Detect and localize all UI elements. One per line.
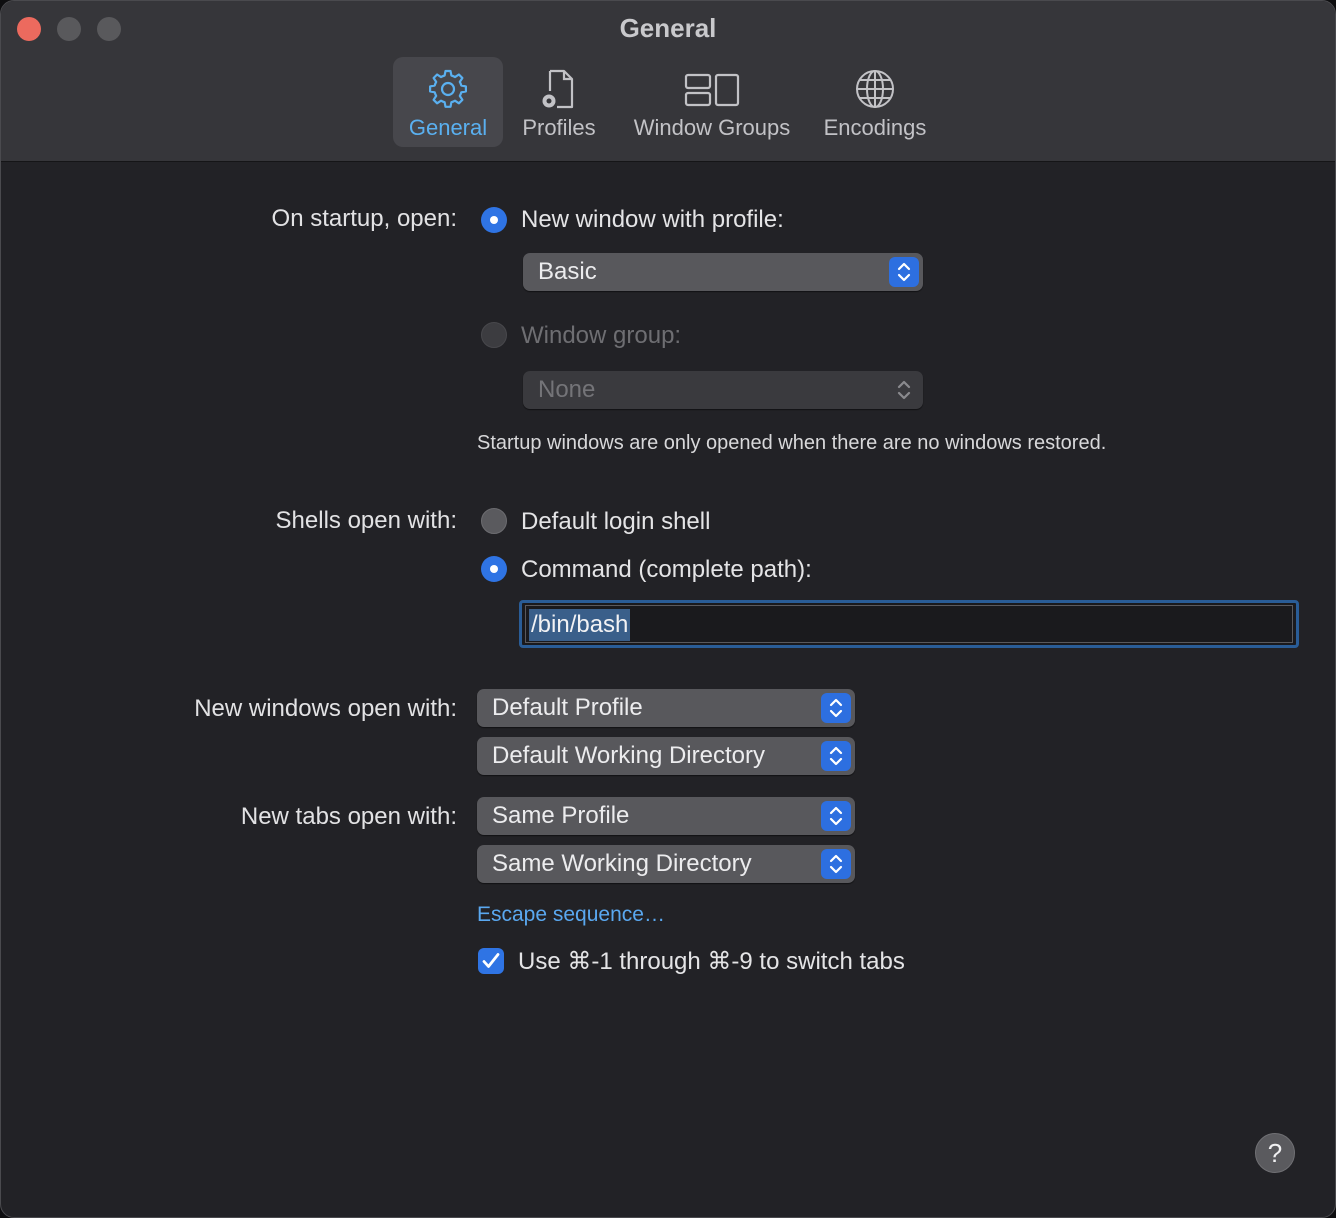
tab-label: Encodings: [823, 115, 927, 140]
popup-stepper: [889, 257, 919, 287]
escape-sequence-link[interactable]: Escape sequence…: [477, 903, 665, 927]
shells-label: Shells open with:: [275, 507, 457, 534]
popup-stepper: [821, 849, 851, 879]
chevron-up-down-icon: [897, 380, 911, 400]
chevron-up-down-icon: [829, 806, 843, 826]
startup-note: Startup windows are only opened when the…: [477, 432, 1107, 454]
command-path-value[interactable]: /bin/bash: [529, 609, 631, 641]
toolbar: General General Profiles Window Groups E…: [1, 1, 1335, 162]
field-border: [525, 605, 1293, 643]
preferences-window: General General Profiles Window Groups E…: [0, 0, 1336, 1218]
gear-icon: [429, 69, 467, 108]
default-login-shell-label: Default login shell: [521, 508, 711, 535]
checkmark-icon: [482, 953, 500, 968]
tab-window-groups[interactable]: Window Groups: [621, 57, 803, 147]
tab-encodings[interactable]: Encodings: [813, 57, 937, 147]
new-window-profile-radio[interactable]: [481, 207, 507, 233]
window-group-radio[interactable]: [481, 322, 507, 348]
popup-value: None: [538, 376, 596, 403]
profile-document-icon: [542, 69, 574, 109]
popup-value: Default Profile: [492, 694, 643, 721]
startup-profile-popup[interactable]: Basic: [523, 253, 923, 291]
command-label: Command (complete path):: [521, 556, 812, 583]
popup-value: Default Working Directory: [492, 742, 765, 769]
popup-value: Same Working Directory: [492, 850, 752, 877]
popup-stepper: [821, 801, 851, 831]
popup-value: Same Profile: [492, 802, 630, 829]
tab-general[interactable]: General: [393, 57, 503, 147]
popup-value: Basic: [538, 258, 597, 285]
new-tabs-label: New tabs open with:: [240, 803, 457, 830]
chevron-up-down-icon: [829, 746, 843, 766]
window-groups-icon: [684, 73, 740, 107]
new-windows-profile-popup[interactable]: Default Profile: [477, 689, 855, 727]
globe-icon: [856, 70, 894, 108]
new-windows-label: New windows open with:: [194, 695, 457, 722]
new-tabs-directory-popup[interactable]: Same Working Directory: [477, 845, 855, 883]
popup-stepper: [821, 693, 851, 723]
command-path-field[interactable]: /bin/bash: [519, 600, 1299, 648]
chevron-up-down-icon: [829, 698, 843, 718]
tab-label: Window Groups: [633, 115, 791, 140]
tab-label: Profiles: [522, 115, 596, 140]
new-windows-directory-popup[interactable]: Default Working Directory: [477, 737, 855, 775]
tab-label: General: [408, 115, 488, 140]
window-title: General: [619, 13, 717, 43]
popup-stepper: [821, 741, 851, 771]
new-window-profile-label: New window with profile:: [521, 206, 784, 233]
popup-stepper: [889, 375, 919, 405]
chevron-up-down-icon: [829, 854, 843, 874]
switch-tabs-checkbox[interactable]: [478, 948, 504, 974]
tab-profiles[interactable]: Profiles: [511, 57, 607, 147]
command-radio[interactable]: [481, 556, 507, 582]
startup-label: On startup, open:: [271, 205, 457, 232]
window-group-label: Window group:: [521, 322, 682, 349]
help-button[interactable]: ?: [1255, 1133, 1295, 1173]
chevron-up-down-icon: [897, 262, 911, 282]
switch-tabs-label: Use ⌘-1 through ⌘-9 to switch tabs: [518, 948, 905, 975]
new-tabs-profile-popup[interactable]: Same Profile: [477, 797, 855, 835]
window-group-popup[interactable]: None: [523, 371, 923, 409]
default-login-shell-radio[interactable]: [481, 508, 507, 534]
